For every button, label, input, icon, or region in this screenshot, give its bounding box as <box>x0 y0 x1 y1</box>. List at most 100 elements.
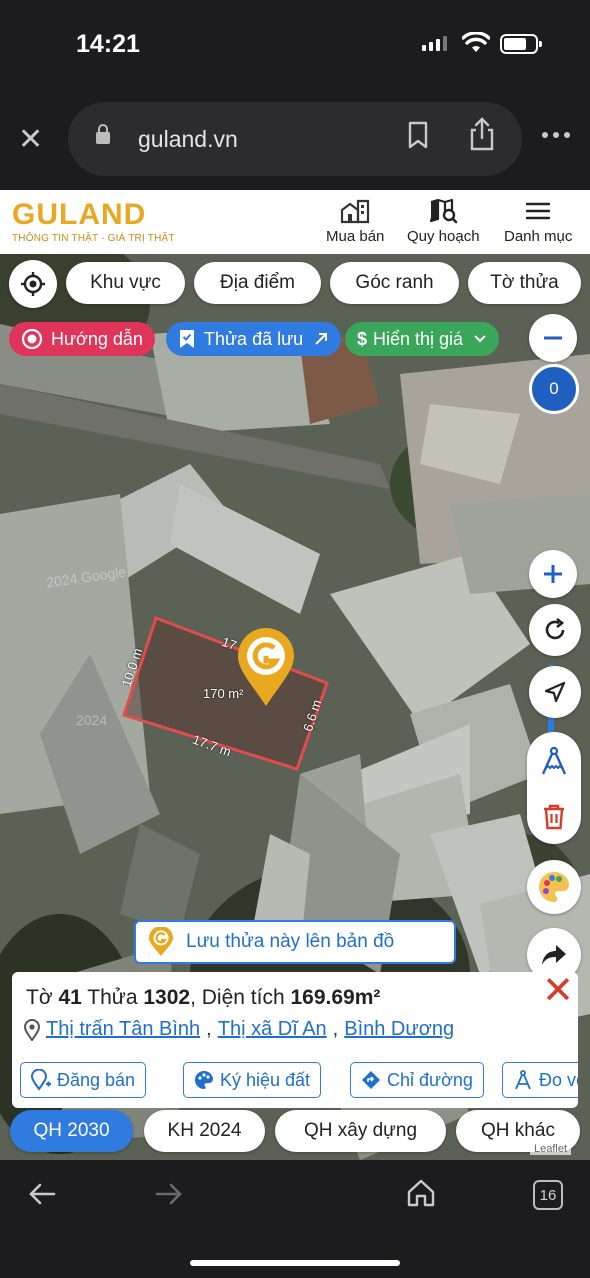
saved-parcels-chip[interactable]: Thửa đã lưu <box>166 322 342 356</box>
address-separator-1: , <box>206 1018 212 1040</box>
pin-plus-icon <box>31 1069 51 1091</box>
filter-dia-diem[interactable]: Địa điểm <box>194 262 321 304</box>
wifi-icon <box>462 32 490 52</box>
save-parcel-banner[interactable]: Lưu thửa này lên bản đồ <box>134 920 456 964</box>
parcel-summary: Tờ 41 Thửa 1302, Diện tích 169.69m² <box>26 986 380 1010</box>
dollar-icon: $ <box>357 328 368 349</box>
land-symbols-button[interactable]: Ký hiệu đất <box>183 1062 322 1098</box>
home-indicator <box>190 1260 400 1266</box>
sheet-label: Tờ <box>26 986 53 1009</box>
palette-small-icon <box>195 1071 213 1089</box>
google-watermark-2: 2024 <box>76 712 108 728</box>
map-pin-icon <box>24 1018 40 1041</box>
save-parcel-label: Lưu thửa này lên bản đồ <box>186 931 395 952</box>
guide-chip[interactable]: Hướng dẫn <box>9 322 155 356</box>
filter-khu-vuc[interactable]: Khu vực <box>66 262 185 304</box>
directions-icon <box>362 1071 380 1089</box>
location-pin-icon[interactable] <box>236 628 296 708</box>
share-arrow-icon <box>542 945 566 965</box>
area-label: , Diện tích <box>190 986 285 1009</box>
filter-goc-ranh[interactable]: Góc ranh <box>330 262 459 304</box>
external-arrow-icon <box>315 333 328 345</box>
layer-qh-2030[interactable]: QH 2030 <box>10 1110 133 1152</box>
address-separator-2: , <box>332 1018 339 1040</box>
nav-danh-muc[interactable]: Danh mục <box>504 198 572 245</box>
guland-logo[interactable]: GULAND THÔNG TIN THẬT - GIÁ TRỊ THẬT <box>12 198 175 245</box>
address-province-link[interactable]: Bình Dương <box>344 1018 454 1041</box>
parcel-number: 1302 <box>143 986 191 1009</box>
zoom-in-button[interactable] <box>529 550 577 598</box>
refresh-button[interactable] <box>529 604 581 656</box>
refresh-icon <box>545 617 565 640</box>
guide-chip-label: Hướng dẫn <box>51 328 143 349</box>
compass-icon <box>515 1070 531 1090</box>
cellular-signal-icon <box>422 36 447 51</box>
bookmark-icon[interactable] <box>406 120 430 150</box>
bookmark-check-icon <box>180 330 194 348</box>
parcel-address: Thị trấn Tân Bình, Thị xã Dĩ An, Bình Dư… <box>24 1018 454 1041</box>
map-style-button[interactable] <box>527 860 581 914</box>
layer-qh-xay-dung[interactable]: QH xây dựng <box>275 1110 446 1152</box>
saved-parcels-label: Thửa đã lưu <box>204 328 304 349</box>
app-root: 14:21 ✕ guland.vn GULAND THÔNG TIN THẬT … <box>0 0 590 1278</box>
minus-icon <box>544 336 562 340</box>
sheet-number: 41 <box>58 986 82 1009</box>
measure-label: Đo vẽ <box>539 1069 578 1090</box>
plus-icon <box>544 565 562 583</box>
show-price-chip[interactable]: $ Hiển thị giá <box>345 322 500 356</box>
post-sale-button[interactable]: Đăng bán <box>20 1062 147 1098</box>
measure-tools-panel <box>527 732 581 844</box>
locate-me-button[interactable] <box>9 260 57 308</box>
address-district-link[interactable]: Thị xã Dĩ An <box>218 1018 327 1041</box>
directions-button[interactable]: Chỉ đường <box>350 1062 484 1098</box>
navigation-arrow-icon <box>544 681 566 703</box>
filter-to-thua[interactable]: Tờ thửa <box>468 262 581 304</box>
forward-arrow-icon[interactable] <box>155 1182 183 1206</box>
nav-quy-hoach-label: Quy hoạch <box>407 228 480 245</box>
map-search-icon <box>430 198 458 224</box>
browser-bottom-bar: 16 <box>0 1160 590 1278</box>
navigate-button[interactable] <box>529 666 581 718</box>
logo-wordmark: GULAND <box>12 198 147 231</box>
logo-tagline: THÔNG TIN THẬT - GIÁ TRỊ THẬT <box>12 233 175 244</box>
site-header: GULAND THÔNG TIN THẬT - GIÁ TRỊ THẬT Mua… <box>0 190 590 254</box>
palette-icon <box>539 872 569 902</box>
layer-kh-2024[interactable]: KH 2024 <box>144 1110 265 1152</box>
status-time: 14:21 <box>76 30 140 58</box>
more-options-icon[interactable] <box>542 132 570 138</box>
home-icon[interactable] <box>406 1178 436 1208</box>
back-arrow-icon[interactable] <box>28 1182 56 1206</box>
zoom-out-button[interactable] <box>529 314 577 362</box>
nav-mua-ban[interactable]: Mua bán <box>326 198 384 245</box>
browser-toolbar: ✕ guland.vn <box>0 90 590 190</box>
battery-icon <box>500 34 542 54</box>
nav-mua-ban-label: Mua bán <box>326 228 385 245</box>
measure-button[interactable]: Đo vẽ <box>502 1062 578 1098</box>
address-bar[interactable]: guland.vn <box>68 102 522 176</box>
buildings-icon <box>341 199 370 224</box>
tab-switcher-icon[interactable]: 16 <box>533 1180 563 1210</box>
close-tab-icon[interactable]: ✕ <box>18 125 43 155</box>
area-value: 169.69m² <box>290 986 381 1009</box>
chevron-down-icon <box>474 335 486 343</box>
guland-badge-icon <box>149 927 173 956</box>
leaflet-attribution[interactable]: Leaflet <box>530 1143 572 1155</box>
hamburger-menu-icon <box>525 202 551 220</box>
status-bar: 14:21 <box>0 0 590 90</box>
compass-draw-icon[interactable] <box>538 746 570 778</box>
address-town-link[interactable]: Thị trấn Tân Bình <box>46 1018 200 1041</box>
land-symbols-label: Ký hiệu đất <box>220 1069 311 1090</box>
show-price-label: Hiển thị giá <box>373 328 464 349</box>
nav-quy-hoach[interactable]: Quy hoạch <box>407 198 480 245</box>
directions-label: Chỉ đường <box>387 1069 473 1090</box>
trash-icon[interactable] <box>542 804 566 830</box>
share-icon[interactable] <box>468 116 496 152</box>
parcel-actions: Đăng bán Ký hiệu đất Chỉ đường Đo v <box>20 1062 578 1100</box>
nav-danh-muc-label: Danh mục <box>504 228 573 245</box>
close-info-icon[interactable]: ✕ <box>542 972 574 1010</box>
record-icon <box>21 328 43 350</box>
parcel-info-card: Tờ 41 Thửa 1302, Diện tích 169.69m² Thị … <box>12 972 578 1108</box>
post-sale-label: Đăng bán <box>57 1069 136 1090</box>
zoom-level-indicator[interactable]: 0 <box>529 364 579 414</box>
parcel-label: Thửa <box>87 986 138 1009</box>
